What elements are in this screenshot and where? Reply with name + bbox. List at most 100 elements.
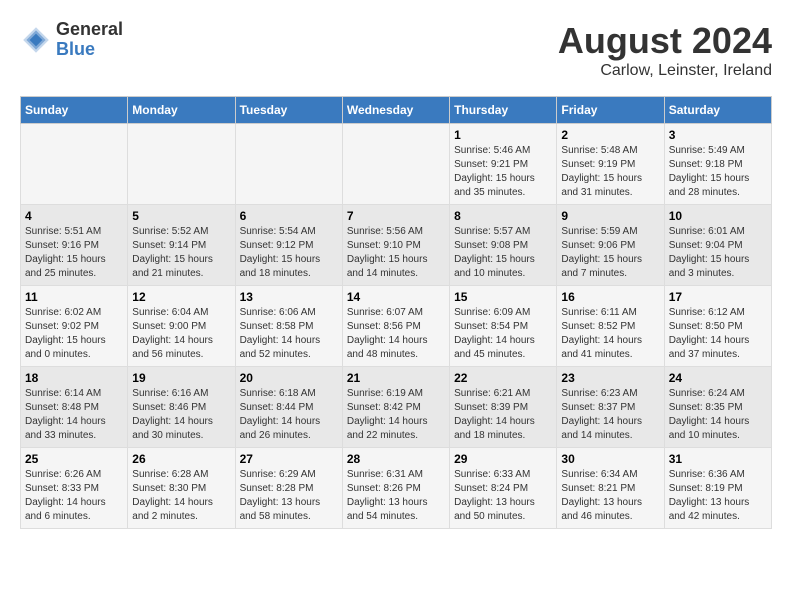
calendar-week-row: 4 Sunrise: 5:51 AM Sunset: 9:16 PM Daylig… [21,205,772,286]
weekday-header: Thursday [450,97,557,124]
calendar-day-cell: 7 Sunrise: 5:56 AM Sunset: 9:10 PM Daylig… [342,205,449,286]
logo: General Blue [20,20,123,60]
calendar-day-cell: 12 Sunrise: 6:04 AM Sunset: 9:00 PM Dayli… [128,286,235,367]
day-number: 24 [669,371,767,385]
day-number: 26 [132,452,230,466]
day-number: 13 [240,290,338,304]
calendar-week-row: 18 Sunrise: 6:14 AM Sunset: 8:48 PM Dayli… [21,367,772,448]
day-info: Sunrise: 6:01 AM Sunset: 9:04 PM Dayligh… [669,225,767,281]
calendar-week-row: 25Sunrise: 6:26 AM Sunset: 8:33 PM Dayli… [21,448,772,529]
day-info: Sunrise: 6:29 AM Sunset: 8:28 PM Dayligh… [240,468,338,524]
calendar-day-cell: 29Sunrise: 6:33 AM Sunset: 8:24 PM Dayli… [450,448,557,529]
calendar-day-cell: 30 Sunrise: 6:34 AM Sunset: 8:21 PM Dayli… [557,448,664,529]
calendar-day-cell: 13 Sunrise: 6:06 AM Sunset: 8:58 PM Dayli… [235,286,342,367]
day-info: Sunrise: 5:59 AM Sunset: 9:06 PM Dayligh… [561,225,659,281]
day-info: Sunrise: 6:16 AM Sunset: 8:46 PM Dayligh… [132,387,230,443]
calendar-week-row: 11 Sunrise: 6:02 AM Sunset: 9:02 PM Dayli… [21,286,772,367]
day-number: 5 [132,209,230,223]
day-info: Sunrise: 5:49 AM Sunset: 9:18 PM Dayligh… [669,144,767,200]
day-info: Sunrise: 5:57 AM Sunset: 9:08 PM Dayligh… [454,225,552,281]
day-number: 6 [240,209,338,223]
day-info: Sunrise: 6:04 AM Sunset: 9:00 PM Dayligh… [132,306,230,362]
day-number: 18 [25,371,123,385]
day-info: Sunrise: 5:56 AM Sunset: 9:10 PM Dayligh… [347,225,445,281]
day-number: 15 [454,290,552,304]
calendar-day-cell: 8 Sunrise: 5:57 AM Sunset: 9:08 PM Daylig… [450,205,557,286]
day-number: 20 [240,371,338,385]
main-title: August 2024 [558,20,772,62]
logo-general: General [56,20,123,40]
day-info: Sunrise: 6:31 AM Sunset: 8:26 PM Dayligh… [347,468,445,524]
calendar-day-cell: 15 Sunrise: 6:09 AM Sunset: 8:54 PM Dayli… [450,286,557,367]
day-info: Sunrise: 6:23 AM Sunset: 8:37 PM Dayligh… [561,387,659,443]
calendar-day-cell: 21 Sunrise: 6:19 AM Sunset: 8:42 PM Dayli… [342,367,449,448]
day-info: Sunrise: 6:12 AM Sunset: 8:50 PM Dayligh… [669,306,767,362]
calendar-day-cell: 27Sunrise: 6:29 AM Sunset: 8:28 PM Dayli… [235,448,342,529]
title-block: August 2024 Carlow, Leinster, Ireland [558,20,772,80]
logo-icon [20,24,52,56]
calendar-day-cell: 2Sunrise: 5:48 AM Sunset: 9:19 PM Daylig… [557,124,664,205]
logo-text: General Blue [56,20,123,60]
day-info: Sunrise: 6:11 AM Sunset: 8:52 PM Dayligh… [561,306,659,362]
day-number: 23 [561,371,659,385]
day-number: 19 [132,371,230,385]
calendar-day-cell [128,124,235,205]
weekday-header-row: SundayMondayTuesdayWednesdayThursdayFrid… [21,97,772,124]
day-number: 2 [561,128,659,142]
calendar-day-cell [342,124,449,205]
weekday-header: Monday [128,97,235,124]
calendar-day-cell: 1Sunrise: 5:46 AM Sunset: 9:21 PM Daylig… [450,124,557,205]
day-number: 30 [561,452,659,466]
weekday-header: Saturday [664,97,771,124]
day-info: Sunrise: 6:14 AM Sunset: 8:48 PM Dayligh… [25,387,123,443]
calendar-day-cell: 3 Sunrise: 5:49 AM Sunset: 9:18 PM Daylig… [664,124,771,205]
day-number: 1 [454,128,552,142]
day-number: 14 [347,290,445,304]
weekday-header: Tuesday [235,97,342,124]
day-info: Sunrise: 6:28 AM Sunset: 8:30 PM Dayligh… [132,468,230,524]
calendar-day-cell: 16 Sunrise: 6:11 AM Sunset: 8:52 PM Dayli… [557,286,664,367]
calendar-day-cell: 14 Sunrise: 6:07 AM Sunset: 8:56 PM Dayli… [342,286,449,367]
calendar-day-cell: 17Sunrise: 6:12 AM Sunset: 8:50 PM Dayli… [664,286,771,367]
calendar-day-cell: 10 Sunrise: 6:01 AM Sunset: 9:04 PM Dayli… [664,205,771,286]
day-number: 10 [669,209,767,223]
day-number: 11 [25,290,123,304]
day-info: Sunrise: 6:02 AM Sunset: 9:02 PM Dayligh… [25,306,123,362]
page-header: General Blue August 2024 Carlow, Leinste… [20,20,772,80]
day-number: 21 [347,371,445,385]
day-number: 8 [454,209,552,223]
day-number: 4 [25,209,123,223]
day-number: 9 [561,209,659,223]
day-number: 7 [347,209,445,223]
day-info: Sunrise: 6:07 AM Sunset: 8:56 PM Dayligh… [347,306,445,362]
day-number: 12 [132,290,230,304]
day-info: Sunrise: 5:51 AM Sunset: 9:16 PM Dayligh… [25,225,123,281]
day-number: 3 [669,128,767,142]
day-number: 22 [454,371,552,385]
day-info: Sunrise: 6:36 AM Sunset: 8:19 PM Dayligh… [669,468,767,524]
subtitle: Carlow, Leinster, Ireland [558,62,772,80]
calendar-day-cell [235,124,342,205]
weekday-header: Wednesday [342,97,449,124]
day-info: Sunrise: 6:19 AM Sunset: 8:42 PM Dayligh… [347,387,445,443]
day-number: 28 [347,452,445,466]
calendar-day-cell: 19 Sunrise: 6:16 AM Sunset: 8:46 PM Dayli… [128,367,235,448]
logo-blue: Blue [56,40,123,60]
day-info: Sunrise: 6:21 AM Sunset: 8:39 PM Dayligh… [454,387,552,443]
weekday-header: Friday [557,97,664,124]
calendar-table: SundayMondayTuesdayWednesdayThursdayFrid… [20,96,772,529]
calendar-day-cell: 6Sunrise: 5:54 AM Sunset: 9:12 PM Daylig… [235,205,342,286]
calendar-day-cell: 31Sunrise: 6:36 AM Sunset: 8:19 PM Dayli… [664,448,771,529]
day-number: 16 [561,290,659,304]
day-info: Sunrise: 6:09 AM Sunset: 8:54 PM Dayligh… [454,306,552,362]
day-info: Sunrise: 6:24 AM Sunset: 8:35 PM Dayligh… [669,387,767,443]
calendar-day-cell: 23 Sunrise: 6:23 AM Sunset: 8:37 PM Dayli… [557,367,664,448]
day-info: Sunrise: 6:34 AM Sunset: 8:21 PM Dayligh… [561,468,659,524]
day-info: Sunrise: 6:06 AM Sunset: 8:58 PM Dayligh… [240,306,338,362]
calendar-day-cell: 11 Sunrise: 6:02 AM Sunset: 9:02 PM Dayli… [21,286,128,367]
day-info: Sunrise: 6:26 AM Sunset: 8:33 PM Dayligh… [25,468,123,524]
calendar-day-cell: 18 Sunrise: 6:14 AM Sunset: 8:48 PM Dayli… [21,367,128,448]
weekday-header: Sunday [21,97,128,124]
calendar-day-cell: 9 Sunrise: 5:59 AM Sunset: 9:06 PM Daylig… [557,205,664,286]
calendar-day-cell: 24 Sunrise: 6:24 AM Sunset: 8:35 PM Dayli… [664,367,771,448]
